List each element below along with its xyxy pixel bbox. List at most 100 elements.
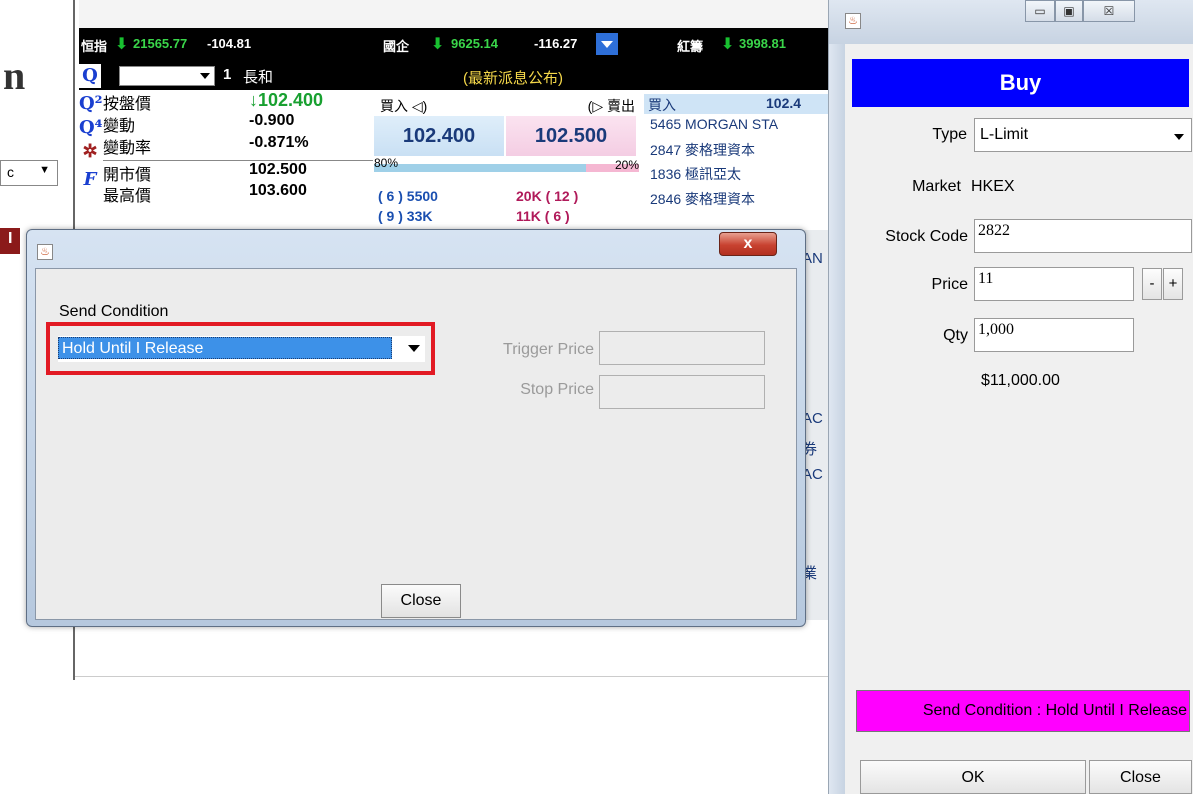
broker-row: 2847 麥格理資本 bbox=[650, 142, 756, 158]
send-condition-label: Send Condition bbox=[59, 303, 169, 320]
minimize-button[interactable]: ▭ bbox=[1025, 0, 1055, 22]
dialog-close-icon[interactable]: x bbox=[719, 232, 777, 256]
quote-q4-icon[interactable]: Q⁴ bbox=[79, 116, 103, 140]
broker-row: 2846 麥格理資本 bbox=[650, 191, 756, 207]
queue-row: ( 6 ) 5500 20K ( 12 ) bbox=[374, 188, 639, 206]
stock-title-row: Q 1 長和 (最新派息公布) bbox=[79, 62, 830, 90]
chevron-down-icon bbox=[408, 345, 420, 352]
row-count: 1 bbox=[223, 66, 232, 83]
index-name: 紅籌 bbox=[677, 39, 704, 54]
index-value: 21565.77 bbox=[133, 36, 188, 51]
stat-label: 變動 bbox=[103, 118, 136, 135]
close-button[interactable]: Close bbox=[381, 584, 461, 618]
index-value: 9625.14 bbox=[451, 36, 498, 51]
send-condition-select[interactable]: Hold Until I Release bbox=[58, 336, 425, 362]
send-condition-button[interactable]: Send Condition : Hold Until I Release bbox=[856, 690, 1190, 732]
ask-price[interactable]: 102.500 bbox=[506, 116, 636, 156]
ask-pct: 20% bbox=[614, 158, 639, 172]
window-titlebar: ♨ ▭ ▣ ☒ bbox=[829, 0, 1193, 44]
down-arrow-icon: ⬇ bbox=[721, 36, 735, 53]
queue-ask: 20K ( 12 ) bbox=[516, 188, 579, 204]
ok-button[interactable]: OK bbox=[860, 760, 1086, 794]
stat-value: ↓102.400 bbox=[249, 90, 324, 110]
bid-label: 買入 ◁) bbox=[380, 98, 428, 114]
bid-price[interactable]: 102.400 bbox=[374, 116, 504, 156]
page-heading-fragment: n bbox=[3, 53, 26, 98]
gear-icon[interactable]: ✲ bbox=[79, 140, 101, 164]
index-change: -104.81 bbox=[207, 36, 252, 51]
stock-code-input[interactable]: 2822 bbox=[974, 219, 1192, 253]
stat-label: 按盤價 bbox=[103, 96, 152, 113]
window-close-button[interactable]: ☒ bbox=[1083, 0, 1135, 22]
price-input[interactable]: 11 bbox=[974, 267, 1134, 301]
stop-price-field[interactable] bbox=[599, 375, 765, 409]
broker-header-label: 買入 bbox=[648, 97, 676, 113]
stock-code-select[interactable] bbox=[119, 66, 215, 86]
send-condition-dialog: ♨ x Send Condition Hold Until I Release … bbox=[26, 229, 806, 627]
down-arrow-icon: ⬇ bbox=[115, 36, 129, 53]
quote-q-icon[interactable]: Q bbox=[79, 64, 101, 88]
price-increment-button[interactable]: + bbox=[1163, 268, 1183, 300]
queue-ask: 11K ( 6 ) bbox=[516, 208, 570, 224]
page-divider-horizontal bbox=[75, 676, 830, 677]
index-ticker-bar: 恒指 ⬇ 21565.77 -104.81 國企 ⬇ 9625.14 -116.… bbox=[79, 28, 830, 62]
index-value: 3998.81 bbox=[739, 36, 786, 51]
stat-value: -0.900 bbox=[249, 112, 295, 129]
broker-row: 5465 MORGAN STA bbox=[650, 116, 779, 132]
buy-header: Buy bbox=[852, 59, 1189, 107]
bid-ask-ratio-bar: 80% 20% bbox=[374, 156, 639, 172]
order-total: $11,000.00 bbox=[981, 372, 1060, 389]
fq-icon[interactable]: F bbox=[79, 168, 101, 192]
stat-value: 102.500 bbox=[249, 161, 307, 178]
ask-label: (▷ 賣出 bbox=[587, 98, 635, 114]
index-dropdown-button[interactable] bbox=[596, 33, 618, 55]
page-select[interactable]: c ▼ bbox=[0, 160, 58, 186]
market-value: HKEX bbox=[971, 178, 1015, 195]
order-type-select[interactable]: L-Limit bbox=[974, 118, 1192, 152]
index-change: -116.27 bbox=[534, 36, 578, 51]
java-icon: ♨ bbox=[37, 244, 53, 260]
stat-row: 開市價 102.500 bbox=[103, 160, 373, 184]
order-type-value: L-Limit bbox=[980, 126, 1029, 143]
trigger-price-label: Trigger Price bbox=[503, 341, 594, 358]
market-label: Market bbox=[912, 178, 961, 195]
broker-header: 買入 102.4 bbox=[644, 94, 830, 114]
bid-ask-panel: 買入 ◁) (▷ 賣出 102.400 102.500 bbox=[374, 94, 639, 156]
qty-input[interactable]: 1,000 bbox=[974, 318, 1134, 352]
qty-label: Qty bbox=[943, 327, 968, 344]
bid-ratio-fill bbox=[374, 164, 586, 172]
chevron-down-icon bbox=[1174, 134, 1184, 140]
stat-value: -0.871% bbox=[249, 134, 309, 151]
chevron-down-icon bbox=[196, 67, 214, 85]
down-arrow-icon: ⬇ bbox=[431, 36, 445, 53]
stat-row: 最高價 103.600 bbox=[103, 182, 373, 205]
type-label: Type bbox=[932, 126, 967, 143]
close-button[interactable]: Close bbox=[1089, 760, 1192, 794]
price-decrement-button[interactable]: - bbox=[1142, 268, 1162, 300]
quote-body: Q² Q⁴ ✲ F 按盤價 ↓102.400 變動 -0.900 變動率 -0.… bbox=[79, 90, 830, 230]
send-condition-selected: Hold Until I Release bbox=[58, 337, 392, 359]
trigger-price-field[interactable] bbox=[599, 331, 765, 365]
queue-bid: ( 6 ) 5500 bbox=[378, 188, 438, 204]
buy-order-window: ♨ ▭ ▣ ☒ Buy Type L-Limit Market HKEX Sto… bbox=[828, 0, 1193, 794]
quote-q2-icon[interactable]: Q² bbox=[79, 92, 103, 116]
stat-row: 變動率 -0.871% bbox=[103, 134, 373, 157]
broker-row: 1836 極訊亞太 bbox=[650, 166, 742, 182]
page-red-button[interactable]: I bbox=[0, 228, 20, 254]
queue-bid: ( 9 ) 33K bbox=[378, 208, 433, 224]
broker-header-price: 102.4 bbox=[766, 95, 802, 111]
stat-value: 103.600 bbox=[249, 182, 307, 199]
price-label: Price bbox=[931, 276, 968, 293]
dialog-content: Send Condition Hold Until I Release Trig… bbox=[35, 268, 797, 620]
news-link[interactable]: (最新派息公布) bbox=[463, 67, 563, 88]
page-select-value: c bbox=[7, 164, 14, 180]
index-name: 國企 bbox=[383, 39, 410, 54]
maximize-button[interactable]: ▣ bbox=[1055, 0, 1083, 22]
stat-label: 最高價 bbox=[103, 188, 152, 205]
chevron-down-icon: ▼ bbox=[39, 164, 50, 176]
stock-code-label: Stock Code bbox=[885, 228, 968, 245]
queue-row: ( 9 ) 33K 11K ( 6 ) bbox=[374, 208, 639, 226]
bid-pct: 80% bbox=[374, 156, 399, 170]
stock-name: 長和 bbox=[243, 69, 274, 86]
java-icon: ♨ bbox=[845, 13, 861, 29]
